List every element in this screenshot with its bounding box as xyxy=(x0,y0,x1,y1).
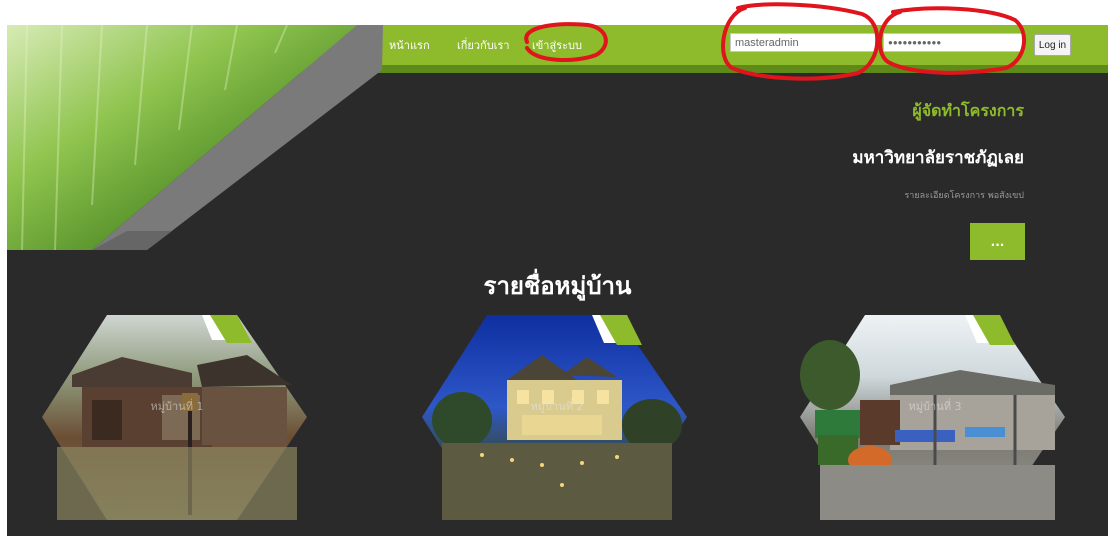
university-name: มหาวิทยาลัยราชภัฏเลย xyxy=(852,148,1024,168)
bamboo-hero-image xyxy=(7,25,383,250)
village-3-image xyxy=(800,315,1065,520)
main-nav: หน้าแรก xyxy=(389,25,430,65)
village-card-1[interactable]: หมู่บ้านที่ 1 xyxy=(42,315,312,520)
village-2-label: หมู่บ้านที่ 2 xyxy=(530,400,584,413)
nav-login-wrap: เข้าสู่ระบบ xyxy=(532,25,582,65)
login-button[interactable]: Log in xyxy=(1034,34,1071,56)
village-card-3[interactable]: หมู่บ้านที่ 3 xyxy=(800,315,1070,520)
project-description: รายละเอียดโครงการ พอสังเขป xyxy=(904,191,1024,201)
village-card-2[interactable]: หมู่บ้านที่ 2 xyxy=(422,315,692,520)
nav-about[interactable]: เกี่ยวกับเรา xyxy=(457,36,510,54)
password-field[interactable] xyxy=(883,33,1023,52)
nav-home[interactable]: หน้าแรก xyxy=(389,36,430,54)
page: หน้าแรก เกี่ยวกับเรา เข้าสู่ระบบ Log in … xyxy=(7,25,1108,536)
village-1-label: หมู่บ้านที่ 1 xyxy=(150,400,204,413)
more-button[interactable]: ... xyxy=(970,223,1025,260)
organizer-title: ผู้จัดทำโครงการ xyxy=(912,101,1024,120)
nav-login[interactable]: เข้าสู่ระบบ xyxy=(532,36,582,54)
username-field[interactable] xyxy=(730,33,876,52)
nav-about-wrap: เกี่ยวกับเรา xyxy=(457,25,510,65)
village-list-title: รายชื่อหมู่บ้าน xyxy=(483,272,632,300)
village-2-image xyxy=(422,315,687,520)
village-3-label: หมู่บ้านที่ 3 xyxy=(908,400,962,413)
village-1-image xyxy=(42,315,307,520)
